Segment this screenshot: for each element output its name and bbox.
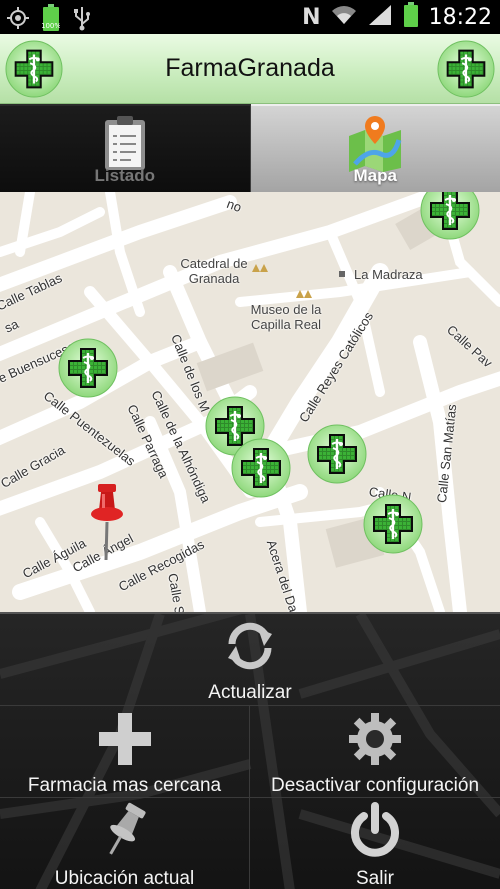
menu-label: Desactivar configuración bbox=[270, 775, 480, 796]
battery-icon: 100% bbox=[41, 4, 61, 37]
map-view[interactable]: Calle Tablas e Buensuceso Calle Puentezu… bbox=[0, 192, 500, 612]
menu-label: Actualizar bbox=[208, 682, 292, 703]
menu-item-farmacia-mas-cercana[interactable]: Farmacia mas cercana bbox=[0, 705, 249, 797]
options-menu: Actualizar Farmacia mas cercana Desactiv… bbox=[0, 612, 500, 889]
tab-bar: Listado Mapa bbox=[0, 104, 500, 192]
refresh-icon bbox=[228, 622, 272, 670]
status-clock: 18:22 bbox=[428, 5, 492, 30]
pharmacy-marker[interactable] bbox=[231, 438, 291, 498]
signal-icon bbox=[367, 3, 393, 32]
poi-capilla-real: Museo de la Capilla Real bbox=[250, 302, 322, 332]
map-icon bbox=[349, 116, 402, 172]
pharmacy-cross-icon bbox=[437, 40, 495, 98]
usb-icon bbox=[72, 5, 92, 36]
menu-item-ubicacion-actual[interactable]: Ubicación actual bbox=[0, 798, 249, 889]
red-pushpin-icon[interactable] bbox=[88, 482, 128, 562]
tab-mapa-label: Mapa bbox=[353, 166, 397, 185]
title-bar: FarmaGranada bbox=[0, 34, 500, 104]
menu-item-desactivar-configuracion[interactable]: Desactivar configuración bbox=[250, 705, 500, 797]
tab-listado-label: Listado bbox=[94, 166, 155, 185]
nfc-icon: N bbox=[302, 5, 321, 30]
poi-catedral: Catedral de Granada bbox=[180, 256, 248, 286]
battery-full-icon bbox=[403, 2, 419, 33]
power-icon bbox=[351, 802, 399, 857]
tab-listado[interactable]: Listado bbox=[0, 104, 251, 192]
menu-item-actualizar[interactable]: Actualizar bbox=[0, 614, 500, 705]
app-title: FarmaGranada bbox=[165, 54, 335, 82]
pharmacy-marker[interactable] bbox=[307, 424, 367, 484]
menu-item-salir[interactable]: Salir bbox=[250, 798, 500, 889]
poi-madraza: La Madraza bbox=[354, 267, 423, 282]
pushpin-icon bbox=[108, 802, 146, 855]
menu-label: Salir bbox=[355, 868, 394, 889]
gps-icon bbox=[6, 6, 30, 35]
menu-label: Ubicación actual bbox=[54, 868, 195, 889]
gear-icon bbox=[349, 713, 401, 765]
battery-percent: 100% bbox=[42, 22, 60, 30]
pharmacy-marker[interactable] bbox=[58, 338, 118, 398]
tab-mapa[interactable]: Mapa bbox=[250, 104, 500, 192]
menu-label: Farmacia mas cercana bbox=[27, 775, 222, 796]
pharmacy-marker[interactable] bbox=[420, 192, 480, 240]
wifi-icon bbox=[331, 4, 357, 31]
plus-icon bbox=[98, 713, 151, 765]
pharmacy-marker[interactable] bbox=[363, 494, 423, 554]
clipboard-icon bbox=[104, 116, 145, 170]
status-bar: 100% N 18:22 bbox=[0, 0, 500, 34]
